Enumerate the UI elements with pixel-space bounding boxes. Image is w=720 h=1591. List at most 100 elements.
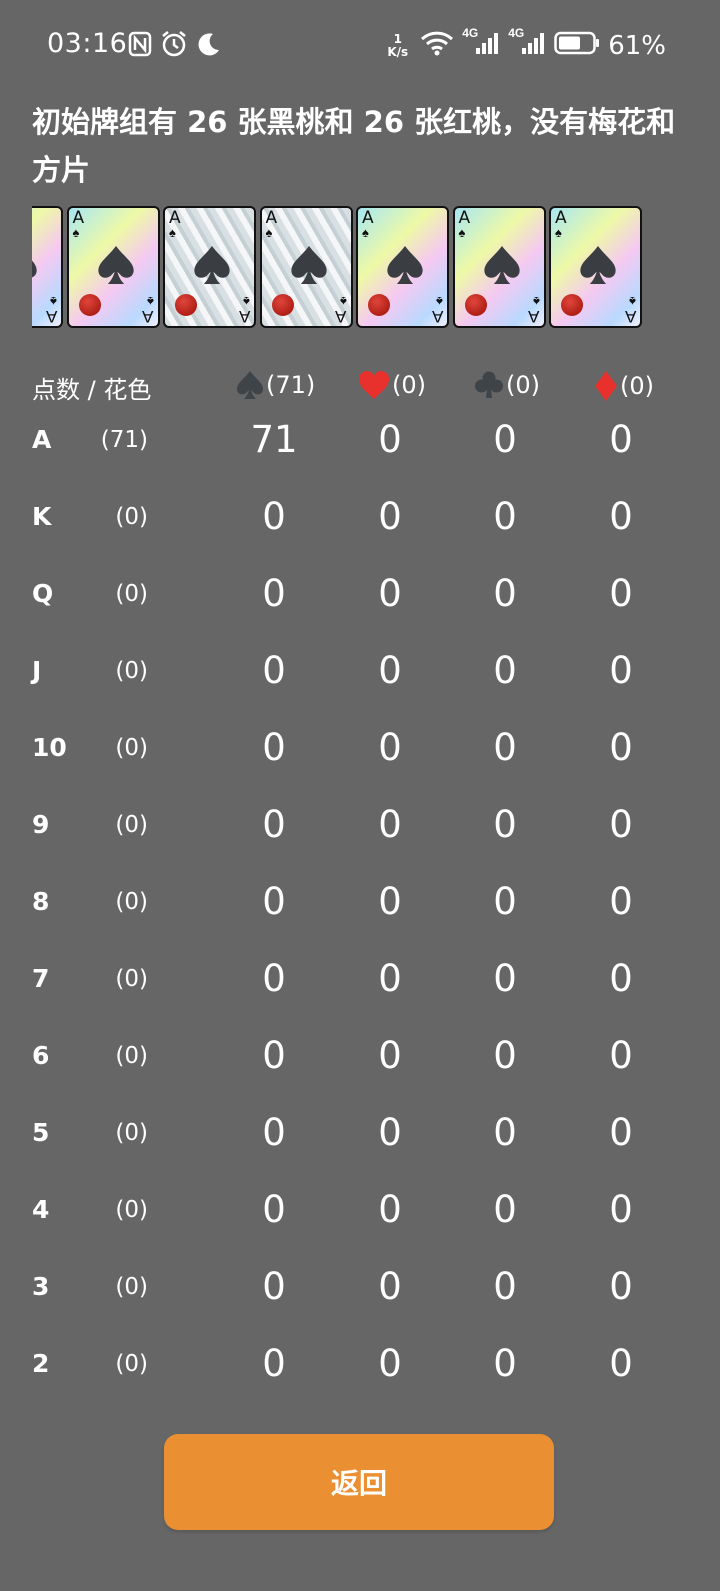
cell-club: 0 (493, 803, 517, 846)
battery-icon (554, 31, 600, 60)
playing-card[interactable]: A♠♠A (32, 206, 63, 328)
back-button[interactable]: 返回 (164, 1434, 554, 1530)
card-spade-icon (483, 246, 520, 284)
card-red-seal-icon (464, 294, 487, 316)
cell-spade: 0 (262, 495, 286, 538)
row-rank: 7 (32, 964, 50, 993)
card-rank: A (142, 307, 154, 326)
table-row: 7 (0) 0 0 0 0 (0, 948, 720, 1025)
card-suit-small-icon: ♠ (72, 225, 80, 240)
cell-diamond: 0 (609, 418, 633, 461)
card-strip[interactable]: A♠♠AA♠♠AA♠♠AA♠♠AA♠♠AA♠♠AA♠♠A (32, 206, 681, 330)
net-speed-unit: K/s (387, 44, 409, 59)
wifi-icon (420, 30, 454, 61)
cell-diamond: 0 (609, 726, 633, 769)
card-spade-icon (387, 246, 423, 284)
cell-heart: 0 (378, 880, 402, 923)
cell-diamond: 0 (609, 495, 633, 538)
cell-club: 0 (493, 1034, 517, 1077)
row-rank: 8 (32, 887, 50, 916)
row-rank-count: (0) (115, 812, 148, 838)
row-rank-count: (0) (115, 735, 148, 761)
nfc-icon (128, 31, 152, 62)
cell-heart: 0 (378, 1034, 402, 1077)
cell-spade: 71 (250, 418, 298, 461)
table-row: 8 (0) 0 0 0 0 (0, 871, 720, 948)
cell-club: 0 (493, 1342, 517, 1385)
card-suit-small-icon: ♠ (265, 225, 273, 240)
card-rank: A (238, 307, 250, 326)
card-spade-icon (97, 246, 134, 284)
cell-spade: 0 (262, 1111, 286, 1154)
row-rank: J (32, 656, 42, 685)
diamond-icon (595, 371, 617, 401)
cell-club: 0 (493, 957, 517, 1000)
header-heart-count: (0) (392, 371, 426, 399)
signal-icon-2: 4G (508, 26, 546, 61)
signal-label-2: 4G (508, 26, 525, 40)
row-rank: 6 (32, 1041, 50, 1070)
cell-heart: 0 (378, 957, 402, 1000)
row-rank: 3 (32, 1272, 50, 1301)
cell-spade: 0 (262, 1342, 286, 1385)
table-row: 10 (0) 0 0 0 0 (0, 717, 720, 794)
playing-card[interactable]: A♠♠A (163, 206, 256, 328)
header-club: (0) (474, 370, 540, 400)
cell-diamond: 0 (609, 1111, 633, 1154)
playing-card[interactable]: A♠♠A (452, 206, 546, 328)
playing-card[interactable]: A♠♠A (66, 206, 160, 328)
status-left-icons (128, 30, 222, 63)
row-rank-count: (0) (115, 889, 148, 915)
net-speed-value: 1 (393, 31, 402, 46)
cell-diamond: 0 (609, 803, 633, 846)
status-right-icons: 1 K/s 4G 4G 61% (387, 26, 666, 61)
card-suit-small-icon: ♠ (458, 225, 466, 240)
playing-card[interactable]: A♠♠A (549, 206, 642, 328)
row-rank-count: (0) (115, 966, 148, 992)
row-rank: 9 (32, 810, 50, 839)
cell-spade: 0 (262, 803, 286, 846)
table-row: 6 (0) 0 0 0 0 (0, 1025, 720, 1102)
header-rank-suit-label: 点数 / 花色 (32, 376, 152, 404)
cell-spade: 0 (262, 1034, 286, 1077)
cell-heart: 0 (378, 726, 402, 769)
cell-club: 0 (493, 1265, 517, 1308)
cell-heart: 0 (378, 418, 402, 461)
cell-spade: 0 (262, 726, 286, 769)
signal-icon: 4G (462, 26, 500, 61)
table-row: K (0) 0 0 0 0 (0, 486, 720, 563)
table-header: 点数 / 花色 (71) (0) (0) (0) (0, 366, 720, 410)
table-row: J (0) 0 0 0 0 (0, 640, 720, 717)
row-rank: 2 (32, 1349, 50, 1378)
moon-icon (196, 31, 222, 62)
cell-diamond: 0 (609, 649, 633, 692)
card-red-seal-icon (78, 294, 101, 316)
cell-club: 0 (493, 726, 517, 769)
table-row: 2 (0) 0 0 0 0 (0, 1333, 720, 1410)
card-rank: A (335, 307, 347, 326)
header-spade-count: (71) (266, 371, 316, 399)
cell-heart: 0 (378, 803, 402, 846)
cell-club: 0 (493, 572, 517, 615)
row-rank-count: (0) (115, 1351, 148, 1377)
playing-card[interactable]: A♠♠A (356, 206, 449, 328)
heart-icon (359, 371, 389, 399)
row-rank-count: (0) (115, 1120, 148, 1146)
table-row: A (71) 71 0 0 0 (0, 409, 720, 486)
row-rank: Q (32, 579, 54, 608)
page-title: 初始牌组有 26 张黑桃和 26 张红桃，没有梅花和方片 (32, 105, 676, 187)
cell-spade: 0 (262, 1188, 286, 1231)
header-club-count: (0) (506, 371, 540, 399)
cell-heart: 0 (378, 572, 402, 615)
header-heart: (0) (358, 370, 426, 400)
cell-spade: 0 (262, 649, 286, 692)
row-rank: 5 (32, 1118, 50, 1147)
cell-diamond: 0 (609, 1265, 633, 1308)
playing-card[interactable]: A♠♠A (259, 206, 353, 328)
row-rank: K (32, 502, 52, 531)
cell-diamond: 0 (609, 572, 633, 615)
row-rank: 4 (32, 1195, 50, 1224)
row-rank-count: (0) (115, 581, 148, 607)
cell-spade: 0 (262, 880, 286, 923)
card-spade-icon (194, 246, 230, 284)
